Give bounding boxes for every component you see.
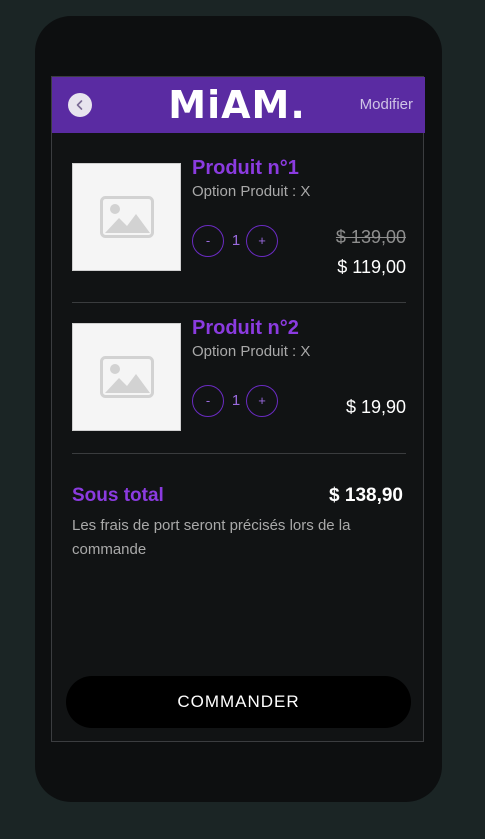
quantity-value: 1 (231, 232, 241, 249)
subtotal-label: Sous total (72, 485, 164, 506)
subtotal-divider (72, 453, 406, 454)
cart-screen: MiAM. Modifier Produit n°1 Option Produi… (51, 76, 425, 742)
edit-link[interactable]: Modifier (360, 96, 413, 113)
decrease-quantity-button[interactable]: - (192, 385, 224, 417)
product-option: Option Produit : X (192, 343, 311, 360)
increase-quantity-button[interactable]: + (246, 225, 278, 257)
image-placeholder-icon (99, 196, 154, 238)
back-button[interactable] (68, 93, 92, 117)
original-price: $ 139,00 (335, 227, 406, 247)
product-option: Option Produit : X (192, 183, 311, 200)
item-divider (72, 302, 406, 303)
header-bar: MiAM. Modifier (52, 77, 425, 133)
shipping-note: Les frais de port seront précisés lors d… (72, 517, 351, 558)
quantity-stepper: - 1 + (192, 225, 282, 259)
cart-item: Produit n°2 Option Produit : X - 1 + $ 1… (72, 317, 406, 433)
quantity-stepper: - 1 + (192, 385, 282, 419)
product-image (72, 163, 181, 271)
subtotal-value: $ 138,90 (329, 485, 403, 506)
product-price: $ 19,90 (345, 397, 406, 417)
quantity-value: 1 (231, 392, 241, 409)
brand-logo: MiAM. (168, 83, 306, 127)
product-name[interactable]: Produit n°1 (192, 157, 299, 180)
order-button[interactable]: COMMANDER (66, 676, 411, 728)
sale-price: $ 119,00 (337, 257, 406, 277)
product-name[interactable]: Produit n°2 (192, 317, 299, 340)
image-placeholder-icon (99, 356, 154, 398)
chevron-left-icon (76, 100, 83, 110)
decrease-quantity-button[interactable]: - (192, 225, 224, 257)
product-image (72, 323, 181, 431)
increase-quantity-button[interactable]: + (246, 385, 278, 417)
cart-item: Produit n°1 Option Produit : X - 1 + $ 1… (72, 157, 406, 277)
